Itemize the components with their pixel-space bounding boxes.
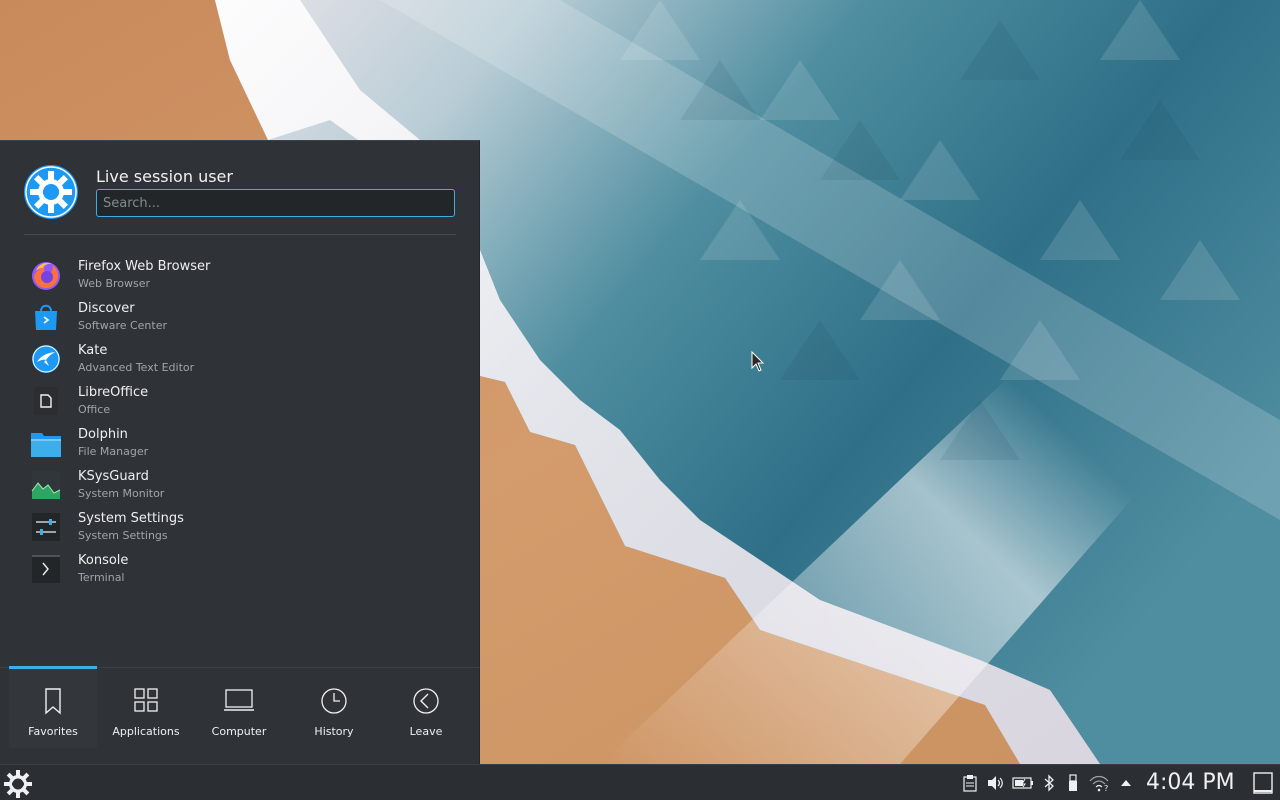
clock-icon	[321, 688, 347, 714]
favorite-description: System Settings	[78, 529, 168, 542]
back-arrow-icon	[413, 688, 439, 714]
taskbar: ? 4:04 PM	[0, 764, 1280, 800]
favorite-item-konsole[interactable]: Konsole Terminal	[0, 548, 480, 590]
favorite-description: System Monitor	[78, 487, 165, 500]
konsole-icon	[32, 555, 60, 583]
header-divider	[24, 234, 456, 235]
favorites-list: Firefox Web Browser Web Browser Discover…	[0, 254, 480, 590]
svg-text:?: ?	[1104, 784, 1108, 792]
tab-label: Computer	[211, 725, 267, 738]
favorite-name: LibreOffice	[78, 385, 149, 400]
tab-label: Leave	[409, 725, 443, 738]
tab-favorites[interactable]: Favorites	[9, 666, 97, 748]
user-name: Live session user	[96, 167, 233, 186]
favorite-description: File Manager	[78, 445, 149, 458]
favorite-item-libreoffice[interactable]: LibreOffice Office	[0, 380, 480, 422]
favorite-description: Software Center	[78, 319, 168, 332]
favorite-description: Terminal	[78, 571, 125, 584]
favorite-item-discover[interactable]: Discover Software Center	[0, 296, 480, 338]
kate-icon	[32, 345, 60, 373]
application-launcher: Live session user Firefox Web Browser We…	[0, 140, 480, 764]
clipboard-icon[interactable]	[961, 774, 979, 792]
favorite-name: Discover	[78, 301, 135, 316]
application-launcher-button[interactable]	[3, 769, 33, 799]
ksysguard-icon	[31, 471, 61, 499]
wifi-icon[interactable]: ?	[1089, 774, 1111, 792]
usb-device-icon[interactable]	[1064, 774, 1082, 792]
discover-icon	[35, 304, 57, 330]
active-tab-indicator	[9, 666, 97, 669]
tab-label: Favorites	[28, 725, 78, 738]
grid-icon	[134, 688, 158, 712]
favorite-item-system-settings[interactable]: System Settings System Settings	[0, 506, 480, 548]
mouse-cursor-icon	[751, 351, 765, 372]
favorite-name: System Settings	[78, 511, 184, 526]
favorite-item-kate[interactable]: Kate Advanced Text Editor	[0, 338, 480, 380]
tab-computer[interactable]: Computer	[195, 668, 283, 748]
tab-leave[interactable]: Leave	[382, 668, 470, 748]
favorite-description: Advanced Text Editor	[78, 361, 195, 374]
tab-label: Applications	[112, 725, 180, 738]
favorite-name: Firefox Web Browser	[78, 259, 211, 274]
favorite-description: Office	[78, 403, 111, 416]
user-avatar-icon[interactable]	[24, 165, 78, 219]
search-input[interactable]	[96, 189, 455, 217]
battery-icon[interactable]	[1012, 774, 1034, 792]
favorite-item-dolphin[interactable]: Dolphin File Manager	[0, 422, 480, 464]
tab-history[interactable]: History	[290, 668, 378, 748]
favorite-item-ksysguard[interactable]: KSysGuard System Monitor	[0, 464, 480, 506]
favorite-name: KSysGuard	[78, 469, 149, 484]
favorite-item-firefox[interactable]: Firefox Web Browser Web Browser	[0, 254, 480, 296]
launcher-tab-bar: Favorites Applications Computer History …	[0, 666, 480, 766]
laptop-icon	[224, 689, 254, 711]
favorite-name: Kate	[78, 343, 108, 358]
show-desktop-icon[interactable]	[1252, 771, 1274, 795]
favorite-name: Dolphin	[78, 427, 128, 442]
favorite-name: Konsole	[78, 553, 129, 568]
dolphin-icon	[31, 433, 61, 457]
tab-applications[interactable]: Applications	[102, 668, 190, 748]
libreoffice-icon	[34, 387, 58, 415]
clock[interactable]: 4:04 PM	[1146, 770, 1235, 795]
expand-tray-icon[interactable]	[1117, 774, 1135, 792]
bookmark-icon	[45, 688, 61, 715]
favorite-description: Web Browser	[78, 277, 151, 290]
volume-icon[interactable]	[986, 774, 1004, 792]
system-settings-icon	[32, 513, 60, 541]
launcher-header: Live session user	[0, 141, 480, 236]
bluetooth-icon[interactable]	[1040, 774, 1058, 792]
tab-label: History	[314, 725, 354, 738]
firefox-icon	[32, 262, 60, 290]
